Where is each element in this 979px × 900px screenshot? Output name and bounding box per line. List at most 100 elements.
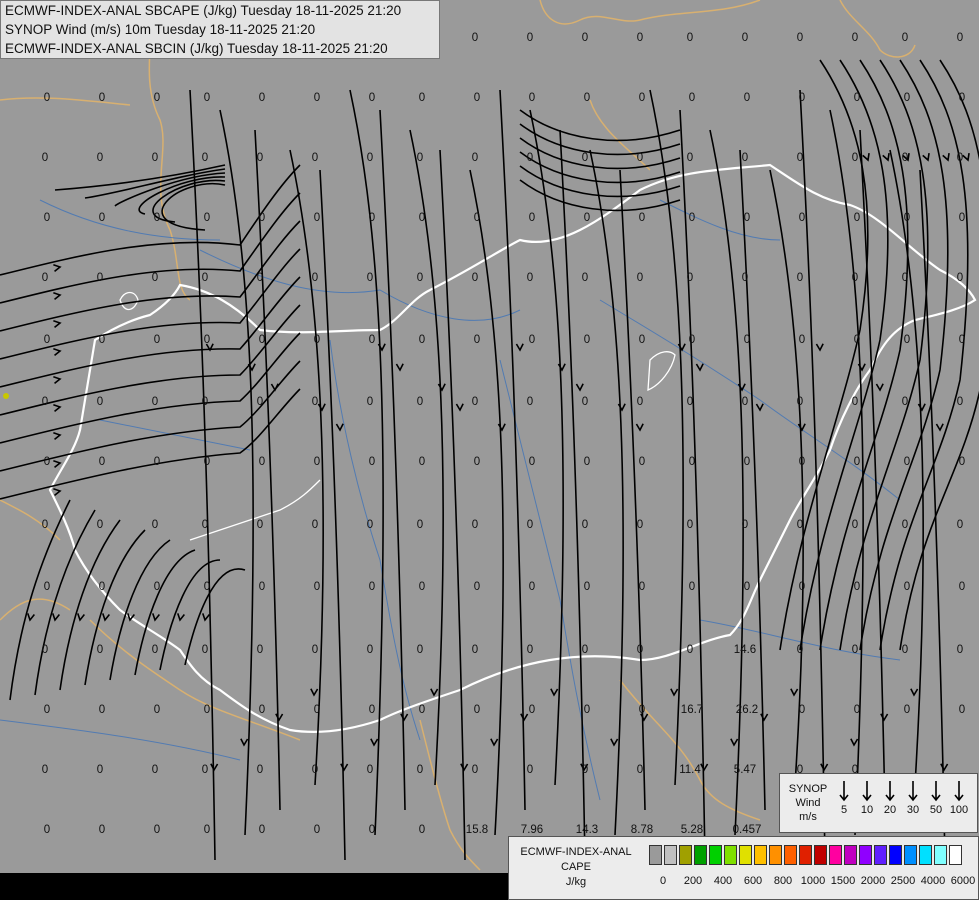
cin-zero-label: 0 xyxy=(258,334,266,346)
cin-zero-label: 0 xyxy=(638,581,646,593)
down-arrow-icon xyxy=(885,781,895,802)
cin-zero-label: 0 xyxy=(151,272,159,284)
cin-zero-label: 0 xyxy=(471,396,479,408)
cin-zero-label: 0 xyxy=(153,212,161,224)
cin-zero-label: 0 xyxy=(471,764,479,776)
cin-zero-label: 0 xyxy=(956,396,964,408)
cin-zero-label: 0 xyxy=(416,764,424,776)
cin-zero-label: 0 xyxy=(583,92,591,104)
cin-zero-label: 0 xyxy=(203,212,211,224)
cin-zero-label: 0 xyxy=(311,764,319,776)
cin-zero-label: 0 xyxy=(201,152,209,164)
cape-swatch xyxy=(934,845,947,865)
cin-zero-label: 0 xyxy=(581,519,589,531)
cin-zero-label: 0 xyxy=(471,152,479,164)
cin-zero-label: 0 xyxy=(418,704,426,716)
cin-zero-label: 0 xyxy=(526,152,534,164)
cin-zero-label: 0 xyxy=(743,334,751,346)
cape-swatch xyxy=(814,845,827,865)
cin-zero-label: 0 xyxy=(311,396,319,408)
cin-value-label: 15.8 xyxy=(465,824,489,836)
cin-zero-label: 0 xyxy=(366,764,374,776)
cin-zero-label: 0 xyxy=(96,396,104,408)
cin-value-label: 26.2 xyxy=(735,704,759,716)
cin-zero-label: 0 xyxy=(313,824,321,836)
cin-zero-label: 0 xyxy=(258,824,266,836)
cin-zero-label: 0 xyxy=(256,396,264,408)
cin-zero-label: 0 xyxy=(638,704,646,716)
cin-zero-label: 0 xyxy=(798,456,806,468)
cin-zero-label: 0 xyxy=(203,824,211,836)
cin-zero-label: 0 xyxy=(473,212,481,224)
cin-zero-label: 0 xyxy=(526,644,534,656)
cin-zero-label: 0 xyxy=(98,824,106,836)
cin-zero-label: 0 xyxy=(473,581,481,593)
cape-scale-label: 2000 xyxy=(860,875,886,887)
cin-zero-label: 0 xyxy=(311,152,319,164)
cin-zero-label: 0 xyxy=(96,519,104,531)
cin-zero-label: 0 xyxy=(151,519,159,531)
cape-scale-label: 400 xyxy=(713,875,733,887)
chart-header: ECMWF-INDEX-ANAL SBCAPE (J/kg) Tuesday 1… xyxy=(0,0,440,59)
cin-zero-label: 0 xyxy=(366,272,374,284)
cape-swatches xyxy=(649,845,964,865)
cin-zero-label: 0 xyxy=(366,396,374,408)
cin-zero-label: 0 xyxy=(43,334,51,346)
cape-swatch xyxy=(844,845,857,865)
cin-zero-label: 0 xyxy=(258,212,266,224)
cin-zero-label: 0 xyxy=(203,581,211,593)
cin-zero-label: 0 xyxy=(471,644,479,656)
cin-zero-label: 0 xyxy=(368,456,376,468)
cin-zero-label: 0 xyxy=(526,272,534,284)
cape-scale-label: 800 xyxy=(773,875,793,887)
cin-zero-label: 0 xyxy=(418,581,426,593)
cin-zero-label: 0 xyxy=(366,519,374,531)
cape-swatch xyxy=(769,845,782,865)
cin-zero-label: 0 xyxy=(956,519,964,531)
bottom-band xyxy=(0,873,508,900)
cin-zero-label: 0 xyxy=(96,272,104,284)
cin-zero-label: 0 xyxy=(798,92,806,104)
cin-zero-label: 0 xyxy=(688,334,696,346)
cin-value-label: 0.457 xyxy=(732,824,762,836)
cin-zero-label: 0 xyxy=(41,272,49,284)
cin-value-label: 14.3 xyxy=(575,824,599,836)
cin-zero-label: 0 xyxy=(96,644,104,656)
cin-zero-label: 0 xyxy=(41,152,49,164)
cin-zero-label: 0 xyxy=(796,396,804,408)
cin-zero-label: 0 xyxy=(471,519,479,531)
cin-zero-label: 0 xyxy=(903,581,911,593)
cin-zero-label: 0 xyxy=(688,581,696,593)
cin-zero-label: 0 xyxy=(956,272,964,284)
cape-scale-label: 600 xyxy=(743,875,763,887)
cin-zero-label: 0 xyxy=(796,32,804,44)
cin-zero-label: 0 xyxy=(471,32,479,44)
cin-zero-label: 0 xyxy=(901,519,909,531)
cin-zero-label: 0 xyxy=(311,272,319,284)
cin-zero-label: 0 xyxy=(313,704,321,716)
cin-zero-label: 0 xyxy=(903,456,911,468)
cin-value-label: 7.96 xyxy=(520,824,544,836)
cin-zero-label: 0 xyxy=(958,334,966,346)
cin-zero-label: 0 xyxy=(43,824,51,836)
cin-zero-label: 0 xyxy=(636,272,644,284)
cape-scale-labels: 0 200 400 600 800 1000 1500 2000 2500 4000 6000 xyxy=(649,875,979,889)
cin-zero-label: 0 xyxy=(41,644,49,656)
synop-speed-label: 100 xyxy=(949,804,969,816)
cin-value-label: 11.4 xyxy=(679,764,701,776)
synop-speed-label: 20 xyxy=(883,804,897,816)
cin-zero-label: 0 xyxy=(313,581,321,593)
cin-zero-label: 0 xyxy=(153,824,161,836)
cin-zero-label: 0 xyxy=(201,644,209,656)
down-arrow-icon xyxy=(908,781,918,802)
cin-zero-label: 0 xyxy=(638,92,646,104)
cin-zero-label: 0 xyxy=(581,272,589,284)
cape-swatch xyxy=(784,845,797,865)
cin-zero-label: 0 xyxy=(416,152,424,164)
cin-zero-label: 0 xyxy=(418,456,426,468)
cin-zero-label: 0 xyxy=(528,92,536,104)
cin-zero-label: 0 xyxy=(313,92,321,104)
cin-zero-label: 0 xyxy=(688,456,696,468)
cin-zero-label: 0 xyxy=(851,396,859,408)
cin-zero-label: 0 xyxy=(798,334,806,346)
